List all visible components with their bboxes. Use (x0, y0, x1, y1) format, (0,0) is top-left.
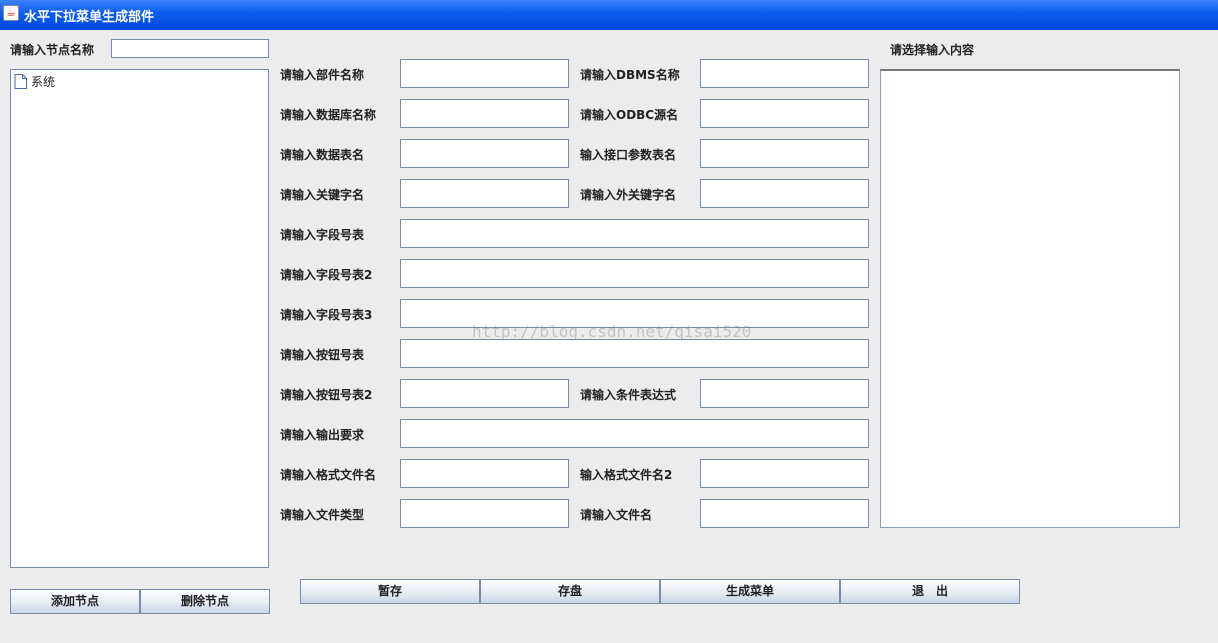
button-list-label: 请输入按钮号表 (280, 348, 365, 362)
window-title: 水平下拉菜单生成部件 (24, 10, 155, 25)
select-content-label: 请选择输入内容 (890, 43, 975, 57)
field-list2-input[interactable] (400, 259, 869, 288)
save-disk-button[interactable]: 存盘 (480, 579, 660, 604)
interface-param-table-label: 输入接口参数表名 (580, 148, 677, 162)
exit-button[interactable]: 退 出 (840, 579, 1020, 604)
output-requirement-input[interactable] (400, 419, 869, 448)
content-textarea[interactable] (880, 69, 1180, 528)
dbms-name-input[interactable] (700, 59, 869, 88)
format-file-name2-label: 输入格式文件名2 (580, 468, 673, 482)
table-name-input[interactable] (400, 139, 569, 168)
document-icon (14, 74, 27, 89)
file-type-input[interactable] (400, 499, 569, 528)
condition-expr-input[interactable] (700, 379, 869, 408)
save-temp-button[interactable]: 暂存 (300, 579, 480, 604)
odbc-source-input[interactable] (700, 99, 869, 128)
watermark-text: http://blog.csdn.net/qisai520 (472, 322, 752, 341)
field-list2-label: 请输入字段号表2 (280, 268, 373, 282)
file-type-label: 请输入文件类型 (280, 508, 365, 522)
database-name-input[interactable] (400, 99, 569, 128)
component-name-input[interactable] (400, 59, 569, 88)
field-list-input[interactable] (400, 219, 869, 248)
field-list3-label: 请输入字段号表3 (280, 308, 373, 322)
node-name-label: 请输入节点名称 (10, 43, 95, 57)
format-file-name-label: 请输入格式文件名 (280, 468, 377, 482)
output-requirement-label: 请输入输出要求 (280, 428, 365, 442)
field-list-label: 请输入字段号表 (280, 228, 365, 242)
generate-menu-button[interactable]: 生成菜单 (660, 579, 840, 604)
java-app-icon: ☕ (3, 5, 19, 21)
odbc-source-label: 请输入ODBC源名 (580, 108, 679, 122)
foreign-key-input[interactable] (700, 179, 869, 208)
foreign-key-label: 请输入外关键字名 (580, 188, 677, 202)
interface-param-table-input[interactable] (700, 139, 869, 168)
add-node-button[interactable]: 添加节点 (10, 589, 140, 614)
key-field-label: 请输入关键字名 (280, 188, 365, 202)
title-bar[interactable]: ☕ 水平下拉菜单生成部件 (0, 0, 1218, 30)
dbms-name-label: 请输入DBMS名称 (580, 68, 680, 82)
format-file-name2-input[interactable] (700, 459, 869, 488)
button-list2-label: 请输入按钮号表2 (280, 388, 373, 402)
component-name-label: 请输入部件名称 (280, 68, 365, 82)
delete-node-button[interactable]: 删除节点 (140, 589, 270, 614)
format-file-name-input[interactable] (400, 459, 569, 488)
button-list-input[interactable] (400, 339, 869, 368)
node-name-input[interactable] (111, 39, 269, 58)
tree-node-label: 系统 (31, 75, 56, 89)
database-name-label: 请输入数据库名称 (280, 108, 377, 122)
node-tree[interactable]: 系统 (10, 69, 269, 568)
table-name-label: 请输入数据表名 (280, 148, 365, 162)
tree-node-system[interactable]: 系统 (14, 73, 55, 90)
condition-expr-label: 请输入条件表达式 (580, 388, 677, 402)
key-field-input[interactable] (400, 179, 569, 208)
button-list2-input[interactable] (400, 379, 569, 408)
file-name-label: 请输入文件名 (580, 508, 653, 522)
file-name-input[interactable] (700, 499, 869, 528)
